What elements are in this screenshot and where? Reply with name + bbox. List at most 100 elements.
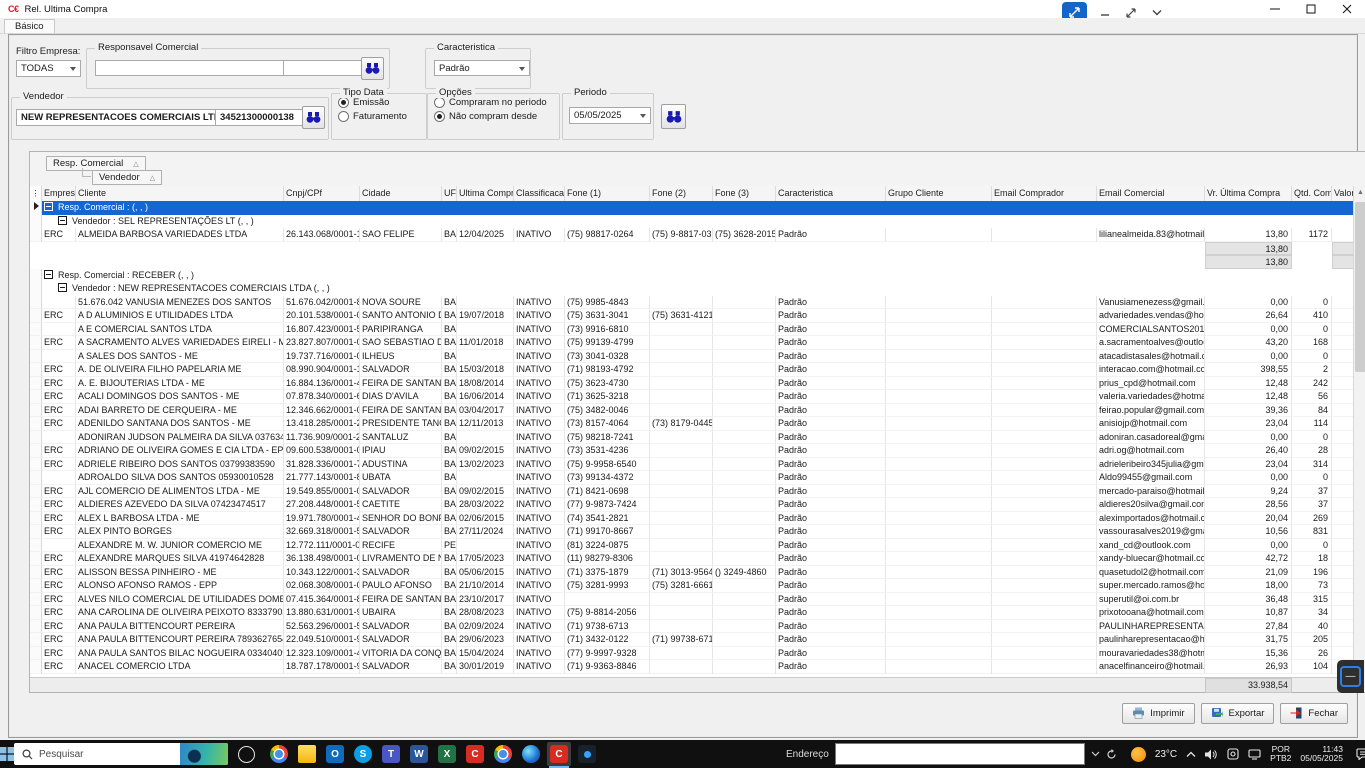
column-header[interactable]: Vr. Última Compra: [1205, 186, 1292, 201]
group-chip-vendedor[interactable]: Vendedor△: [92, 170, 162, 185]
scroll-up-icon[interactable]: ▲: [1354, 186, 1365, 199]
fechar-button[interactable]: Fechar: [1280, 703, 1348, 724]
table-row[interactable]: ERCALDIERES AZEVEDO DA SILVA 07423474517…: [30, 498, 1354, 512]
address-chevron-icon[interactable]: [1091, 751, 1100, 757]
taskbar-skype-icon[interactable]: S: [351, 742, 375, 766]
column-header[interactable]: UF: [442, 186, 457, 201]
taskbar-che-icon[interactable]: C: [463, 742, 487, 766]
column-header[interactable]: Cidade: [360, 186, 442, 201]
taskbar-file-explorer-icon[interactable]: [295, 742, 319, 766]
table-row[interactable]: ERCALEX L BARBOSA LTDA - ME19.971.780/00…: [30, 512, 1354, 526]
temperature[interactable]: 23°C: [1155, 749, 1177, 760]
table-row[interactable]: A E COMERCIAL SANTOS LTDA16.807.423/0001…: [30, 323, 1354, 337]
vendedor-name-input[interactable]: NEW REPRESENTACOES COMERCIAIS LTDA: [16, 109, 221, 126]
responsavel-comercial-name-input[interactable]: [95, 60, 287, 76]
filtro-empresa-select[interactable]: TODAS: [16, 60, 81, 77]
scrollbar-thumb[interactable]: [1355, 202, 1365, 372]
table-row[interactable]: ERCANA PAULA BITTENCOURT PEREIRA52.563.2…: [30, 620, 1354, 634]
collapse-icon[interactable]: [58, 283, 67, 292]
column-header[interactable]: Caracteristica: [776, 186, 886, 201]
column-header[interactable]: Qtd. Compras: [1292, 186, 1332, 201]
execute-search-button[interactable]: [661, 104, 686, 129]
table-row[interactable]: ERCADRIELE RIBEIRO DOS SANTOS 0379938359…: [30, 458, 1354, 472]
exportar-button[interactable]: Exportar: [1201, 703, 1275, 724]
taskbar-dark-app-icon[interactable]: [575, 742, 599, 766]
collapse-icon[interactable]: [44, 202, 53, 211]
group-row[interactable]: Resp. Comercial : (, , ): [30, 201, 1354, 215]
taskbar-excel-icon[interactable]: X: [435, 742, 459, 766]
network-icon[interactable]: [1248, 749, 1261, 760]
table-row[interactable]: ERCANA CAROLINA DE OLIVEIRA PEIXOTO 8333…: [30, 606, 1354, 620]
table-row[interactable]: ERCALVES NILO COMERCIAL DE UTILIDADES DO…: [30, 593, 1354, 607]
column-header[interactable]: Fone (1): [565, 186, 650, 201]
collapse-icon[interactable]: [44, 270, 53, 279]
table-row[interactable]: ERCA D ALUMINIOS E UTILIDADES LTDA20.101…: [30, 309, 1354, 323]
table-row[interactable]: ERCA. DE OLIVEIRA FILHO PAPELARIA ME08.9…: [30, 363, 1354, 377]
radio-faturamento[interactable]: Faturamento: [338, 111, 426, 122]
column-header[interactable]: Fone (3): [713, 186, 776, 201]
window-close-button[interactable]: [1329, 0, 1365, 18]
table-row[interactable]: ERCACALI DOMINGOS DOS SANTOS - ME07.878.…: [30, 390, 1354, 404]
taskbar-outlook-icon[interactable]: O: [323, 742, 347, 766]
table-row[interactable]: ERCADRIANO DE OLIVEIRA GOMES E CIA LTDA …: [30, 444, 1354, 458]
language-indicator[interactable]: PORPTB2: [1270, 745, 1291, 764]
start-button[interactable]: [0, 740, 14, 768]
taskbar-edge-icon[interactable]: [519, 742, 543, 766]
responsavel-comercial-search-button[interactable]: [361, 57, 384, 80]
search-highlight-thumbnail[interactable]: [180, 743, 228, 765]
table-row[interactable]: ERCALEXANDRE MARQUES SILVA 4197464282836…: [30, 552, 1354, 566]
tray-chevron-up-icon[interactable]: [1186, 751, 1196, 758]
table-row[interactable]: ADROALDO SILVA DOS SANTOS 0593001052821.…: [30, 471, 1354, 485]
group-row[interactable]: Vendedor : NEW REPRESENTACOES COMERCIAIS…: [30, 282, 1354, 296]
volume-icon[interactable]: [1205, 749, 1218, 760]
radio-compraram-no-periodo[interactable]: Compraram no periodo: [434, 97, 559, 108]
table-row[interactable]: ERCADAI BARRETO DE CERQUEIRA - ME12.346.…: [30, 404, 1354, 418]
window-minimize-button[interactable]: [1257, 0, 1293, 18]
tray-app-icon[interactable]: [1227, 748, 1239, 760]
taskbar-search[interactable]: Pesquisar: [14, 743, 228, 765]
table-row[interactable]: ERCA SACRAMENTO ALVES VARIEDADES EIRELI …: [30, 336, 1354, 350]
taskbar-chrome2-icon[interactable]: [491, 742, 515, 766]
group-row[interactable]: Resp. Comercial : RECEBER (, , ): [30, 269, 1354, 283]
table-row[interactable]: ERCAJL COMERCIO DE ALIMENTOS LTDA - ME19…: [30, 485, 1354, 499]
column-header[interactable]: Cliente: [76, 186, 284, 201]
table-row[interactable]: ERCALMEIDA BARBOSA VARIEDADES LTDA26.143…: [30, 228, 1354, 242]
radio-emissao[interactable]: Emissão: [338, 97, 426, 108]
column-header[interactable]: Fone (2): [650, 186, 713, 201]
column-header[interactable]: Classificacao: [514, 186, 565, 201]
table-row[interactable]: ERCANA PAULA SANTOS BILAC NOGUEIRA 03340…: [30, 647, 1354, 661]
collapse-icon[interactable]: [58, 216, 67, 225]
group-row[interactable]: Vendedor : SEL REPRESENTAÇÕES LT (, , ): [30, 215, 1354, 229]
responsavel-comercial-code-input[interactable]: [283, 60, 365, 76]
tab-basico[interactable]: Básico: [4, 19, 55, 33]
column-header[interactable]: Email Comprador: [992, 186, 1097, 201]
taskbar-chrome-icon[interactable]: [267, 742, 291, 766]
column-header[interactable]: Grupo Cliente: [886, 186, 992, 201]
radio-nao-compram-desde[interactable]: Não compram desde: [434, 111, 559, 122]
table-row[interactable]: ALEXANDRE M. W. JUNIOR COMERCIO ME12.772…: [30, 539, 1354, 553]
table-row[interactable]: ERCANA PAULA BITTENCOURT PEREIRA 7893627…: [30, 633, 1354, 647]
address-refresh-icon[interactable]: [1106, 749, 1117, 760]
vertical-scrollbar[interactable]: ▲ ▼: [1353, 186, 1365, 692]
periodo-select[interactable]: 05/05/2025: [569, 107, 651, 124]
column-header[interactable]: Valor: [1332, 186, 1354, 201]
column-header[interactable]: Empresa: [42, 186, 76, 201]
table-row[interactable]: ERCANACEL COMERCIO LTDA18.787.178/0001-9…: [30, 660, 1354, 674]
column-header[interactable]: Ultima Compra: [457, 186, 514, 201]
vendedor-search-button[interactable]: [302, 106, 325, 129]
clock[interactable]: 11:4305/05/2025: [1300, 745, 1343, 764]
taskbar-teams-icon[interactable]: T: [379, 742, 403, 766]
notification-center-icon[interactable]: [1356, 748, 1365, 760]
address-input[interactable]: [835, 743, 1085, 765]
taskbar-word-icon[interactable]: W: [407, 742, 431, 766]
table-row[interactable]: 51.676.042 VANUSIA MENEZES DOS SANTOS51.…: [30, 296, 1354, 310]
table-row[interactable]: ERCA. E. BIJOUTERIAS LTDA - ME16.884.136…: [30, 377, 1354, 391]
caracteristica-select[interactable]: Padrão: [434, 60, 530, 76]
table-row[interactable]: A SALES DOS SANTOS - ME19.737.716/0001-0…: [30, 350, 1354, 364]
column-header[interactable]: Email Comercial: [1097, 186, 1205, 201]
window-maximize-button[interactable]: [1293, 0, 1329, 18]
table-row[interactable]: ERCADENILDO SANTANA DOS SANTOS - ME13.41…: [30, 417, 1354, 431]
table-row[interactable]: ERCALONSO AFONSO RAMOS - EPP02.068.308/0…: [30, 579, 1354, 593]
weather-icon[interactable]: [1131, 747, 1146, 762]
table-row[interactable]: ERCALISSON BESSA PINHEIRO - ME10.343.122…: [30, 566, 1354, 580]
